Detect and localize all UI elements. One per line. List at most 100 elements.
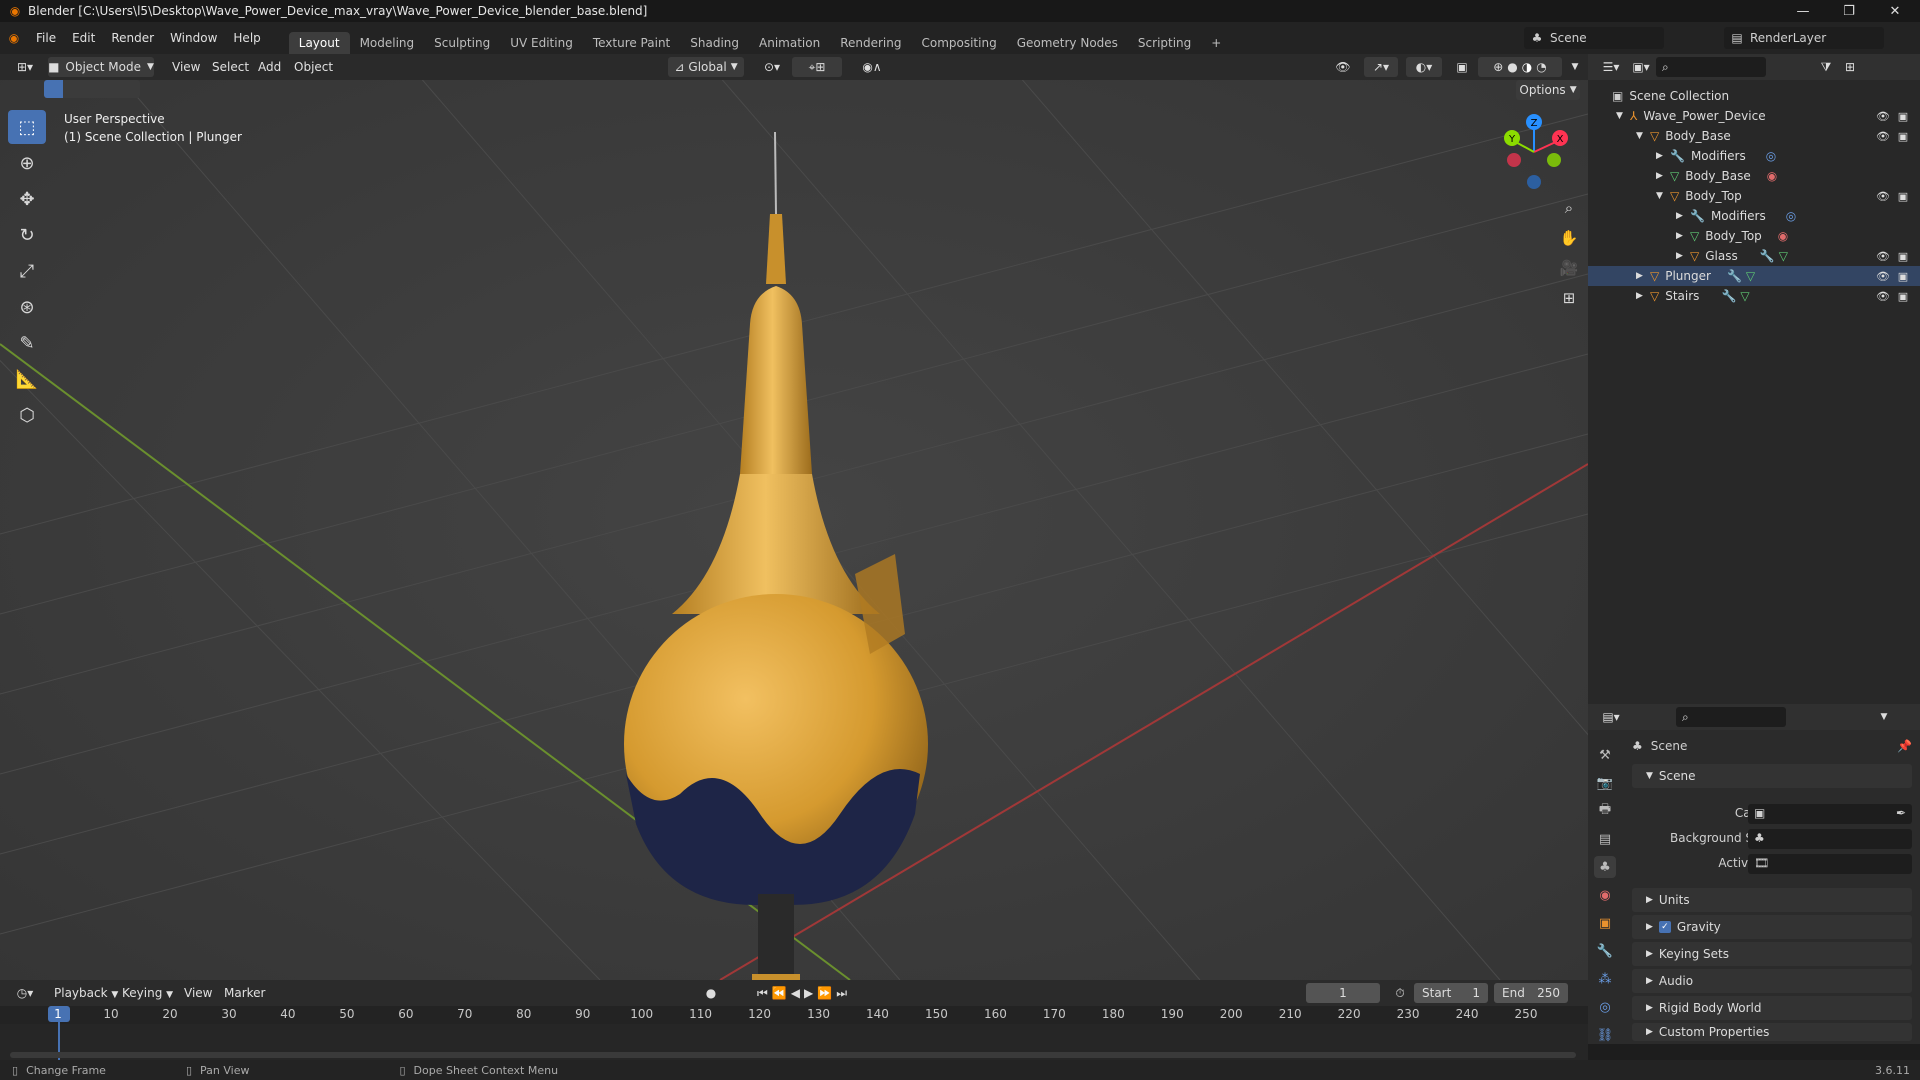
- pivot-point-icon[interactable]: ⊙▾: [756, 57, 788, 77]
- outliner-row-body-top-mesh[interactable]: ▶ ▽ Body_Top ◉: [1588, 226, 1920, 246]
- tab-sculpting[interactable]: Sculpting: [424, 32, 500, 54]
- chevron-down-icon[interactable]: ▼: [1874, 707, 1894, 727]
- transform-orientation-dropdown[interactable]: ⊿ Global ▼: [668, 57, 744, 77]
- outliner-row-wave-power-device[interactable]: ▼ ⅄ Wave_Power_Device 👁 ▣: [1588, 106, 1920, 126]
- rotate-icon[interactable]: ↻: [8, 218, 46, 252]
- eye-icon[interactable]: 👁: [1876, 290, 1890, 303]
- outliner-row-body-base[interactable]: ▼ ▽ Body_Base 👁 ▣: [1588, 126, 1920, 146]
- scene-tab-icon[interactable]: ♣: [1594, 856, 1616, 878]
- blender-menu-icon[interactable]: ◉: [0, 31, 28, 45]
- solid-icon[interactable]: ●: [1507, 60, 1517, 74]
- timeline-scrollbar[interactable]: [10, 1052, 1576, 1058]
- move-icon[interactable]: ✥: [8, 182, 46, 216]
- outliner-editor-type-icon[interactable]: ☰▾: [1596, 57, 1626, 77]
- jump-start-icon[interactable]: ⏮: [757, 986, 772, 1001]
- select-extend-icon[interactable]: [63, 80, 82, 98]
- shading-modes[interactable]: ⊕ ● ◑ ◔: [1478, 57, 1562, 77]
- ortho-toggle-icon[interactable]: ⊞: [1550, 284, 1588, 312]
- audio-panel-header[interactable]: ▶ Audio: [1632, 969, 1912, 993]
- view-layer-tab-icon[interactable]: ▤: [1594, 828, 1616, 850]
- zoom-icon[interactable]: ⌕: [1550, 194, 1588, 222]
- play-reverse-icon[interactable]: ◀: [791, 986, 804, 1000]
- timeline-editor-type-icon[interactable]: ◷▾: [10, 983, 40, 1003]
- camera-render-icon[interactable]: ▣: [1896, 130, 1910, 143]
- output-tab-icon[interactable]: 🖶: [1594, 800, 1616, 822]
- active-clip-field[interactable]: 🎞: [1748, 854, 1912, 874]
- snap-icon[interactable]: ⌖⊞: [792, 57, 842, 77]
- expand-arrow-icon[interactable]: ▼: [1616, 111, 1630, 121]
- outliner-row-body-top[interactable]: ▼ ▽ Body_Top 👁 ▣: [1588, 186, 1920, 206]
- tab-shading[interactable]: Shading: [680, 32, 749, 54]
- view-layer-selector[interactable]: ▤ RenderLayer: [1724, 27, 1884, 49]
- stopwatch-icon[interactable]: ⏱: [1388, 983, 1412, 1003]
- select-box-icon[interactable]: ⬚: [8, 110, 46, 144]
- gizmo-toggle-icon[interactable]: ↗▾: [1364, 57, 1398, 77]
- tab-layout[interactable]: Layout: [288, 32, 350, 54]
- prev-keyframe-icon[interactable]: ⏪: [772, 986, 791, 1000]
- expand-arrow-icon[interactable]: ▶: [1656, 171, 1670, 181]
- eye-icon[interactable]: 👁: [1876, 190, 1890, 203]
- add-cube-icon[interactable]: ⬡: [8, 398, 46, 432]
- select-new-icon[interactable]: [44, 80, 63, 98]
- minimize-button[interactable]: —: [1780, 0, 1826, 22]
- options-dropdown[interactable]: Options ▼: [1516, 80, 1580, 100]
- background-scene-field[interactable]: ♣: [1748, 829, 1912, 849]
- xray-icon[interactable]: ▣: [1452, 57, 1472, 77]
- menu-render[interactable]: Render: [103, 27, 162, 49]
- object-tab-icon[interactable]: ▣: [1594, 912, 1616, 934]
- viewport-menu-add[interactable]: Add: [250, 56, 289, 78]
- outliner-row-stairs[interactable]: ▶ ▽ Stairs 🔧 ▽ 👁 ▣: [1588, 286, 1920, 306]
- new-collection-icon[interactable]: ⊞: [1838, 57, 1862, 77]
- scene-panel-header[interactable]: ▼ Scene: [1632, 764, 1912, 788]
- modifier-tab-icon[interactable]: 🔧: [1594, 940, 1616, 962]
- annotate-icon[interactable]: ✎: [8, 326, 46, 360]
- camera-render-icon[interactable]: ▣: [1896, 270, 1910, 283]
- gravity-panel-header[interactable]: ▶ ✓ Gravity: [1632, 915, 1912, 939]
- camera-render-icon[interactable]: ▣: [1896, 290, 1910, 303]
- menu-window[interactable]: Window: [162, 27, 225, 49]
- scale-icon[interactable]: ⤢: [8, 254, 46, 288]
- next-keyframe-icon[interactable]: ⏩: [817, 986, 836, 1000]
- outliner-row-modifiers[interactable]: ▶ 🔧 Modifiers ◎: [1588, 146, 1920, 166]
- pan-hand-icon[interactable]: ✋: [1550, 224, 1588, 252]
- close-button[interactable]: ✕: [1872, 0, 1918, 22]
- tab-modeling[interactable]: Modeling: [350, 32, 425, 54]
- tab-compositing[interactable]: Compositing: [911, 32, 1006, 54]
- play-icon[interactable]: ▶: [804, 986, 817, 1000]
- viewport-menu-view[interactable]: View: [164, 56, 208, 78]
- end-frame-field[interactable]: End 250: [1494, 983, 1568, 1003]
- timeline-menu-marker[interactable]: Marker: [216, 982, 273, 1004]
- wireframe-icon[interactable]: ⊕: [1493, 60, 1503, 74]
- timeline-menu-view[interactable]: View: [176, 982, 220, 1004]
- camera-render-icon[interactable]: ▣: [1896, 110, 1910, 123]
- tab-geometry-nodes[interactable]: Geometry Nodes: [1007, 32, 1128, 54]
- jump-end-icon[interactable]: ⏭: [836, 986, 851, 1001]
- camera-render-icon[interactable]: ▣: [1896, 250, 1910, 263]
- eye-icon[interactable]: 👁: [1876, 270, 1890, 283]
- physics-tab-icon[interactable]: ◎: [1594, 996, 1616, 1018]
- eye-icon[interactable]: 👁: [1876, 110, 1890, 123]
- eyedropper-icon[interactable]: ✒: [1896, 806, 1906, 820]
- filter-icon[interactable]: ⧩: [1814, 57, 1838, 77]
- maximize-button[interactable]: ❐: [1826, 0, 1872, 22]
- start-frame-field[interactable]: Start 1: [1414, 983, 1488, 1003]
- expand-arrow-icon[interactable]: ▶: [1636, 291, 1650, 301]
- expand-arrow-icon[interactable]: ▶: [1636, 271, 1650, 281]
- display-mode-icon[interactable]: ▣▾: [1626, 57, 1656, 77]
- navigation-gizmo[interactable]: Z X Y: [1494, 112, 1574, 192]
- particles-tab-icon[interactable]: ⁂: [1594, 968, 1616, 990]
- expand-arrow-icon[interactable]: ▶: [1676, 251, 1690, 261]
- cursor-icon[interactable]: ⊕: [8, 146, 46, 180]
- tab-texture-paint[interactable]: Texture Paint: [583, 32, 680, 54]
- select-invert-icon[interactable]: [101, 80, 120, 98]
- record-icon[interactable]: ●: [698, 983, 724, 1003]
- transform-icon[interactable]: ⊛: [8, 290, 46, 324]
- object-mode-dropdown[interactable]: ■ Object Mode ▼: [48, 57, 154, 77]
- camera-render-icon[interactable]: ▣: [1896, 190, 1910, 203]
- expand-arrow-icon[interactable]: ▶: [1656, 151, 1670, 161]
- expand-arrow-icon[interactable]: ▼: [1636, 131, 1650, 141]
- expand-arrow-icon[interactable]: ▼: [1656, 191, 1670, 201]
- select-intersect-icon[interactable]: [120, 80, 139, 98]
- add-workspace-button[interactable]: +: [1201, 32, 1231, 54]
- rendered-icon[interactable]: ◔: [1536, 60, 1546, 74]
